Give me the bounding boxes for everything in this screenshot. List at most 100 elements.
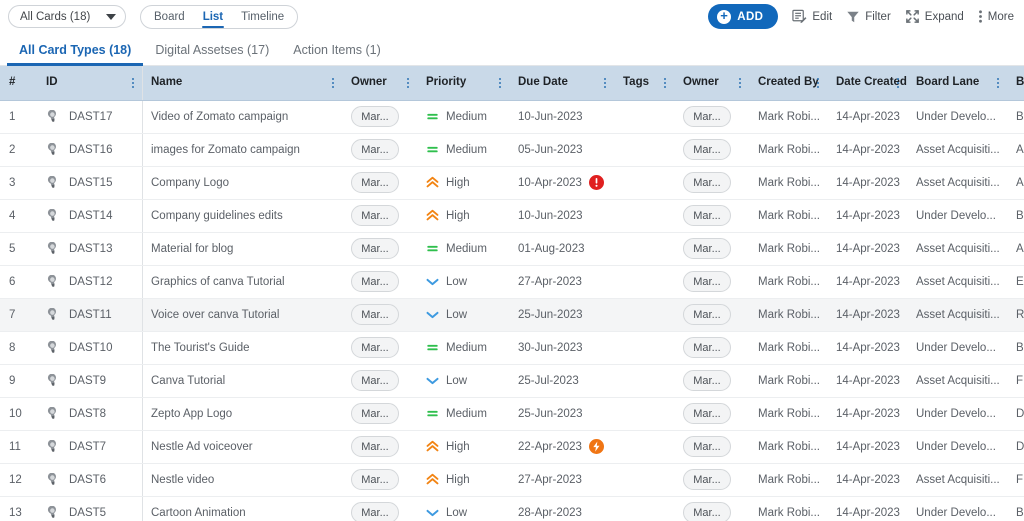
cell-name[interactable]: Graphics of canva Tutorial bbox=[142, 265, 342, 298]
column-menu-icon[interactable] bbox=[604, 76, 608, 90]
cell-name[interactable]: Material for blog bbox=[142, 232, 342, 265]
cell-owner[interactable]: Mar... bbox=[342, 232, 417, 265]
table-row[interactable]: 6DAST12Graphics of canva TutorialMar...L… bbox=[0, 265, 1024, 298]
cell-priority[interactable]: High bbox=[417, 430, 509, 463]
cell-board-lane[interactable]: Asset Acquisiti... bbox=[907, 232, 1007, 265]
cell-owner-2[interactable]: Mar... bbox=[674, 265, 749, 298]
cell-owner-2[interactable]: Mar... bbox=[674, 364, 749, 397]
cell-board-lane[interactable]: Asset Acquisiti... bbox=[907, 166, 1007, 199]
cell-due-date[interactable]: 25-Jun-2023 bbox=[509, 298, 614, 331]
cell-due-date[interactable]: 22-Apr-2023 bbox=[509, 430, 614, 463]
cell-id[interactable]: DAST6 bbox=[37, 463, 142, 496]
cell-board-lane[interactable]: Under Develo... bbox=[907, 331, 1007, 364]
column-header-board-lane[interactable]: Board Lane bbox=[907, 66, 1007, 100]
cell-tags[interactable] bbox=[614, 364, 674, 397]
tab-all-card-types[interactable]: All Card Types (18) bbox=[7, 43, 143, 65]
cell-tags[interactable] bbox=[614, 265, 674, 298]
cell-priority[interactable]: Low bbox=[417, 364, 509, 397]
cell-tags[interactable] bbox=[614, 496, 674, 521]
cell-owner[interactable]: Mar... bbox=[342, 100, 417, 133]
cell-name[interactable]: Video of Zomato campaign bbox=[142, 100, 342, 133]
owner-pill[interactable]: Mar... bbox=[683, 172, 731, 193]
cell-owner-2[interactable]: Mar... bbox=[674, 397, 749, 430]
cell-priority[interactable]: Medium bbox=[417, 232, 509, 265]
table-row[interactable]: 12DAST6Nestle videoMar...High27-Apr-2023… bbox=[0, 463, 1024, 496]
cell-owner[interactable]: Mar... bbox=[342, 331, 417, 364]
column-menu-icon[interactable] bbox=[407, 76, 411, 90]
cell-tags[interactable] bbox=[614, 397, 674, 430]
cell-due-date[interactable]: 25-Jun-2023 bbox=[509, 397, 614, 430]
column-menu-icon[interactable] bbox=[897, 76, 901, 90]
table-row[interactable]: 4DAST14Company guidelines editsMar...Hig… bbox=[0, 199, 1024, 232]
cell-owner[interactable]: Mar... bbox=[342, 364, 417, 397]
cell-tags[interactable] bbox=[614, 232, 674, 265]
cell-id[interactable]: DAST5 bbox=[37, 496, 142, 521]
cell-priority[interactable]: High bbox=[417, 199, 509, 232]
column-menu-icon[interactable] bbox=[997, 76, 1001, 90]
cell-priority[interactable]: Medium bbox=[417, 100, 509, 133]
all-cards-filter-select[interactable]: All Cards (18) bbox=[8, 5, 126, 28]
owner-pill[interactable]: Mar... bbox=[683, 337, 731, 358]
cell-owner-2[interactable]: Mar... bbox=[674, 166, 749, 199]
cell-name[interactable]: Canva Tutorial bbox=[142, 364, 342, 397]
cell-board-lane[interactable]: Asset Acquisiti... bbox=[907, 364, 1007, 397]
owner-pill[interactable]: Mar... bbox=[683, 205, 731, 226]
cell-board-lane[interactable]: Asset Acquisiti... bbox=[907, 265, 1007, 298]
cell-owner[interactable]: Mar... bbox=[342, 133, 417, 166]
cell-priority[interactable]: High bbox=[417, 463, 509, 496]
column-menu-icon[interactable] bbox=[132, 76, 136, 90]
cell-id[interactable]: DAST13 bbox=[37, 232, 142, 265]
cell-id[interactable]: DAST9 bbox=[37, 364, 142, 397]
cell-owner[interactable]: Mar... bbox=[342, 265, 417, 298]
cell-id[interactable]: DAST14 bbox=[37, 199, 142, 232]
cell-owner[interactable]: Mar... bbox=[342, 463, 417, 496]
owner-pill[interactable]: Mar... bbox=[351, 502, 399, 521]
owner-pill[interactable]: Mar... bbox=[351, 304, 399, 325]
cell-tags[interactable] bbox=[614, 166, 674, 199]
owner-pill[interactable]: Mar... bbox=[351, 469, 399, 490]
owner-pill[interactable]: Mar... bbox=[351, 205, 399, 226]
owner-pill[interactable]: Mar... bbox=[683, 403, 731, 424]
filter-button[interactable]: Filter bbox=[846, 10, 891, 24]
expand-button[interactable]: Expand bbox=[905, 9, 964, 24]
cell-name[interactable]: Nestle Ad voiceover bbox=[142, 430, 342, 463]
cell-tags[interactable] bbox=[614, 430, 674, 463]
table-row[interactable]: 9DAST9Canva TutorialMar...Low25-Jul-2023… bbox=[0, 364, 1024, 397]
column-header-created-by[interactable]: Created By bbox=[749, 66, 827, 100]
add-button[interactable]: + ADD bbox=[708, 4, 778, 29]
tab-digital-assetses[interactable]: Digital Assetses (17) bbox=[143, 43, 281, 65]
cell-priority[interactable]: Medium bbox=[417, 397, 509, 430]
column-header-num[interactable]: # bbox=[0, 66, 37, 100]
column-menu-icon[interactable] bbox=[817, 76, 821, 90]
cell-priority[interactable]: Medium bbox=[417, 133, 509, 166]
view-tab-timeline[interactable]: Timeline bbox=[232, 7, 293, 27]
cell-owner-2[interactable]: Mar... bbox=[674, 496, 749, 521]
column-menu-icon[interactable] bbox=[739, 76, 743, 90]
cell-due-date[interactable]: 05-Jun-2023 bbox=[509, 133, 614, 166]
table-row[interactable]: 1DAST17Video of Zomato campaignMar...Med… bbox=[0, 100, 1024, 133]
cell-name[interactable]: Voice over canva Tutorial bbox=[142, 298, 342, 331]
cell-owner[interactable]: Mar... bbox=[342, 166, 417, 199]
cell-owner[interactable]: Mar... bbox=[342, 496, 417, 521]
cell-owner-2[interactable]: Mar... bbox=[674, 331, 749, 364]
cell-due-date[interactable]: 27-Apr-2023 bbox=[509, 265, 614, 298]
cell-name[interactable]: Cartoon Animation bbox=[142, 496, 342, 521]
cell-owner[interactable]: Mar... bbox=[342, 430, 417, 463]
cell-tags[interactable] bbox=[614, 298, 674, 331]
cell-owner[interactable]: Mar... bbox=[342, 298, 417, 331]
owner-pill[interactable]: Mar... bbox=[683, 139, 731, 160]
column-header-truncated[interactable]: B bbox=[1007, 66, 1024, 100]
cell-due-date[interactable]: 10-Jun-2023 bbox=[509, 199, 614, 232]
cell-name[interactable]: images for Zomato campaign bbox=[142, 133, 342, 166]
cell-due-date[interactable]: 30-Jun-2023 bbox=[509, 331, 614, 364]
owner-pill[interactable]: Mar... bbox=[351, 436, 399, 457]
cell-owner-2[interactable]: Mar... bbox=[674, 100, 749, 133]
column-header-tags[interactable]: Tags bbox=[614, 66, 674, 100]
owner-pill[interactable]: Mar... bbox=[683, 304, 731, 325]
owner-pill[interactable]: Mar... bbox=[351, 403, 399, 424]
column-header-due-date[interactable]: Due Date bbox=[509, 66, 614, 100]
owner-pill[interactable]: Mar... bbox=[351, 106, 399, 127]
cell-priority[interactable]: Low bbox=[417, 298, 509, 331]
cell-tags[interactable] bbox=[614, 463, 674, 496]
owner-pill[interactable]: Mar... bbox=[351, 337, 399, 358]
